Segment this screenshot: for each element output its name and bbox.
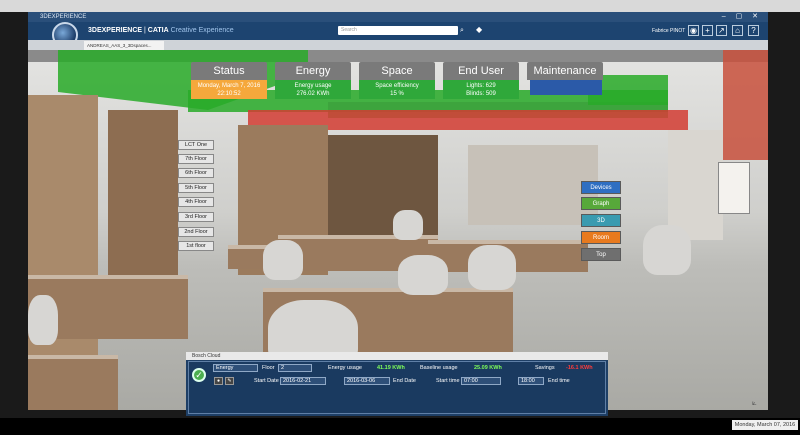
taskbar-date: Monday, March 07, 2016 xyxy=(732,420,798,430)
floor-button-2[interactable]: 2nd Floor xyxy=(178,227,214,237)
add-icon[interactable]: + xyxy=(702,25,713,36)
window-controls[interactable]: – ▢ ✕ xyxy=(722,12,762,22)
baseline-usage-label: Baseline usage xyxy=(420,365,458,371)
panel-title: Bosch Cloud xyxy=(186,352,608,360)
check-icon[interactable]: ✓ xyxy=(192,368,206,382)
zone-red xyxy=(723,50,768,160)
floor-label: Floor xyxy=(262,365,275,371)
floor-button-lct-one[interactable]: LCT One xyxy=(178,140,214,150)
chair xyxy=(468,245,516,290)
tag-icon[interactable]: ◆ xyxy=(476,25,482,34)
taskbar xyxy=(0,418,800,435)
share-icon[interactable]: ↗ xyxy=(716,25,727,36)
kpi-end-user-line1: Lights: 629 xyxy=(466,83,496,89)
floor-button-5[interactable]: 5th Floor xyxy=(178,183,214,193)
floor-button-7[interactable]: 7th Floor xyxy=(178,154,214,164)
user-name[interactable]: Fabrice PINOT xyxy=(652,28,685,34)
kpi-tab-space[interactable]: Space xyxy=(359,62,435,80)
floor-button-4[interactable]: 4th Floor xyxy=(178,197,214,207)
savings-label: Savings xyxy=(535,365,555,371)
record-icon[interactable]: ● xyxy=(214,377,223,385)
desk xyxy=(28,355,118,410)
kpi-space-line1: Space efficiency xyxy=(375,83,419,89)
kpi-end-user-value: Lights: 629 Blinds: 509 xyxy=(443,80,519,99)
floor-button-6[interactable]: 6th Floor xyxy=(178,168,214,178)
mode-select[interactable]: Energy xyxy=(213,364,258,372)
floor-button-3[interactable]: 3rd Floor xyxy=(178,212,214,222)
floor-input[interactable]: 2 xyxy=(278,364,312,372)
brand-app: CATIA xyxy=(147,27,169,34)
wall xyxy=(668,130,723,240)
end-time-label: End time xyxy=(548,378,570,384)
user-icon[interactable]: ◉ xyxy=(688,25,699,36)
browser-strip xyxy=(0,0,800,12)
kpi-tab-end-user[interactable]: End User xyxy=(443,62,519,80)
3d-button[interactable]: 3D xyxy=(581,214,621,227)
room-button[interactable]: Room xyxy=(581,231,621,244)
search-icon[interactable]: ⌕ xyxy=(460,26,468,35)
top-button[interactable]: Top xyxy=(581,248,621,261)
chair xyxy=(263,240,303,280)
kpi-maintenance-value xyxy=(530,80,602,95)
window-titlebar: 3DEXPERIENCE – ▢ ✕ xyxy=(28,12,768,22)
chair xyxy=(398,255,448,295)
screen: 3DEXPERIENCE – ▢ ✕ 3DEXPERIENCE | CATIA … xyxy=(0,0,800,435)
energy-usage-label: Energy usage xyxy=(328,365,362,371)
window-title: 3DEXPERIENCE xyxy=(40,14,87,20)
kpi-tab-maintenance[interactable]: Maintenance xyxy=(527,62,603,80)
start-time-input[interactable]: 07:00 xyxy=(461,377,501,385)
home-icon[interactable]: ⌂ xyxy=(732,25,743,36)
compass-small-icon[interactable]: ⟀ xyxy=(752,398,757,408)
baseline-usage-value: 25.09 KWh xyxy=(474,365,502,371)
kpi-energy-line2: 276.02 KWh xyxy=(296,91,330,97)
start-date-label: Start Date xyxy=(254,378,279,384)
kpi-energy-value: Energy usage 276.02 KWh xyxy=(275,80,351,99)
chair xyxy=(28,295,58,345)
brand-sub: Creative Experience xyxy=(170,27,234,34)
search-input[interactable]: Search xyxy=(338,26,458,35)
savings-value: -16.1 KWh xyxy=(566,365,593,371)
end-date-input[interactable]: 2016-03-06 xyxy=(344,377,390,385)
kpi-space-line2: 15 % xyxy=(390,91,404,97)
kpi-energy-line1: Energy usage xyxy=(294,83,332,89)
help-icon[interactable]: ? xyxy=(748,25,759,36)
whiteboard xyxy=(718,162,750,214)
devices-button[interactable]: Devices xyxy=(581,181,621,194)
kpi-end-user-line2: Blinds: 509 xyxy=(466,91,496,97)
kpi-tab-status[interactable]: Status xyxy=(191,62,267,80)
energy-usage-value: 41.19 KWh xyxy=(377,365,405,371)
end-date-label: End Date xyxy=(393,378,416,384)
chair xyxy=(643,225,691,275)
kpi-space-value: Space efficiency 15 % xyxy=(359,80,435,99)
kpi-tab-energy[interactable]: Energy xyxy=(275,62,351,80)
wall xyxy=(468,145,598,225)
document-tab[interactable]: ANDREAS_AAS_3_3Dspaces... xyxy=(84,41,164,50)
end-time-input[interactable]: 18:00 xyxy=(518,377,544,385)
kpi-status-line1: Monday, March 7, 2016 xyxy=(197,83,261,89)
brand-title: 3DEXPERIENCE | CATIA Creative Experience xyxy=(88,27,234,34)
graph-button[interactable]: Graph xyxy=(581,197,621,210)
start-date-input[interactable]: 2016-02-21 xyxy=(280,377,326,385)
kpi-status-line2: 22:10:52 xyxy=(217,91,241,97)
chair xyxy=(393,210,423,240)
start-time-label: Start time xyxy=(436,378,460,384)
tools-icon[interactable]: ✎ xyxy=(225,377,234,385)
brand-bold: 3DEXPERIENCE xyxy=(88,27,143,34)
floor-button-1[interactable]: 1st floor xyxy=(178,241,214,251)
kpi-status-value: Monday, March 7, 2016 22:10:52 xyxy=(191,80,267,99)
